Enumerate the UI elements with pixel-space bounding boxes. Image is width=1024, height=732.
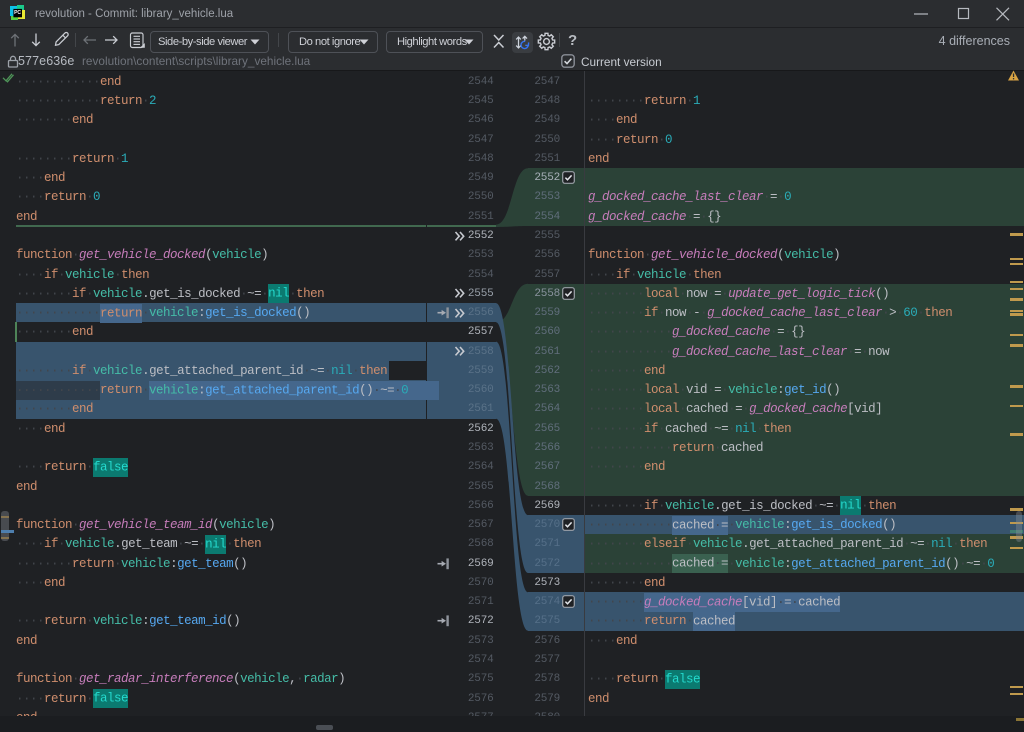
svg-text:PC: PC bbox=[14, 10, 21, 16]
